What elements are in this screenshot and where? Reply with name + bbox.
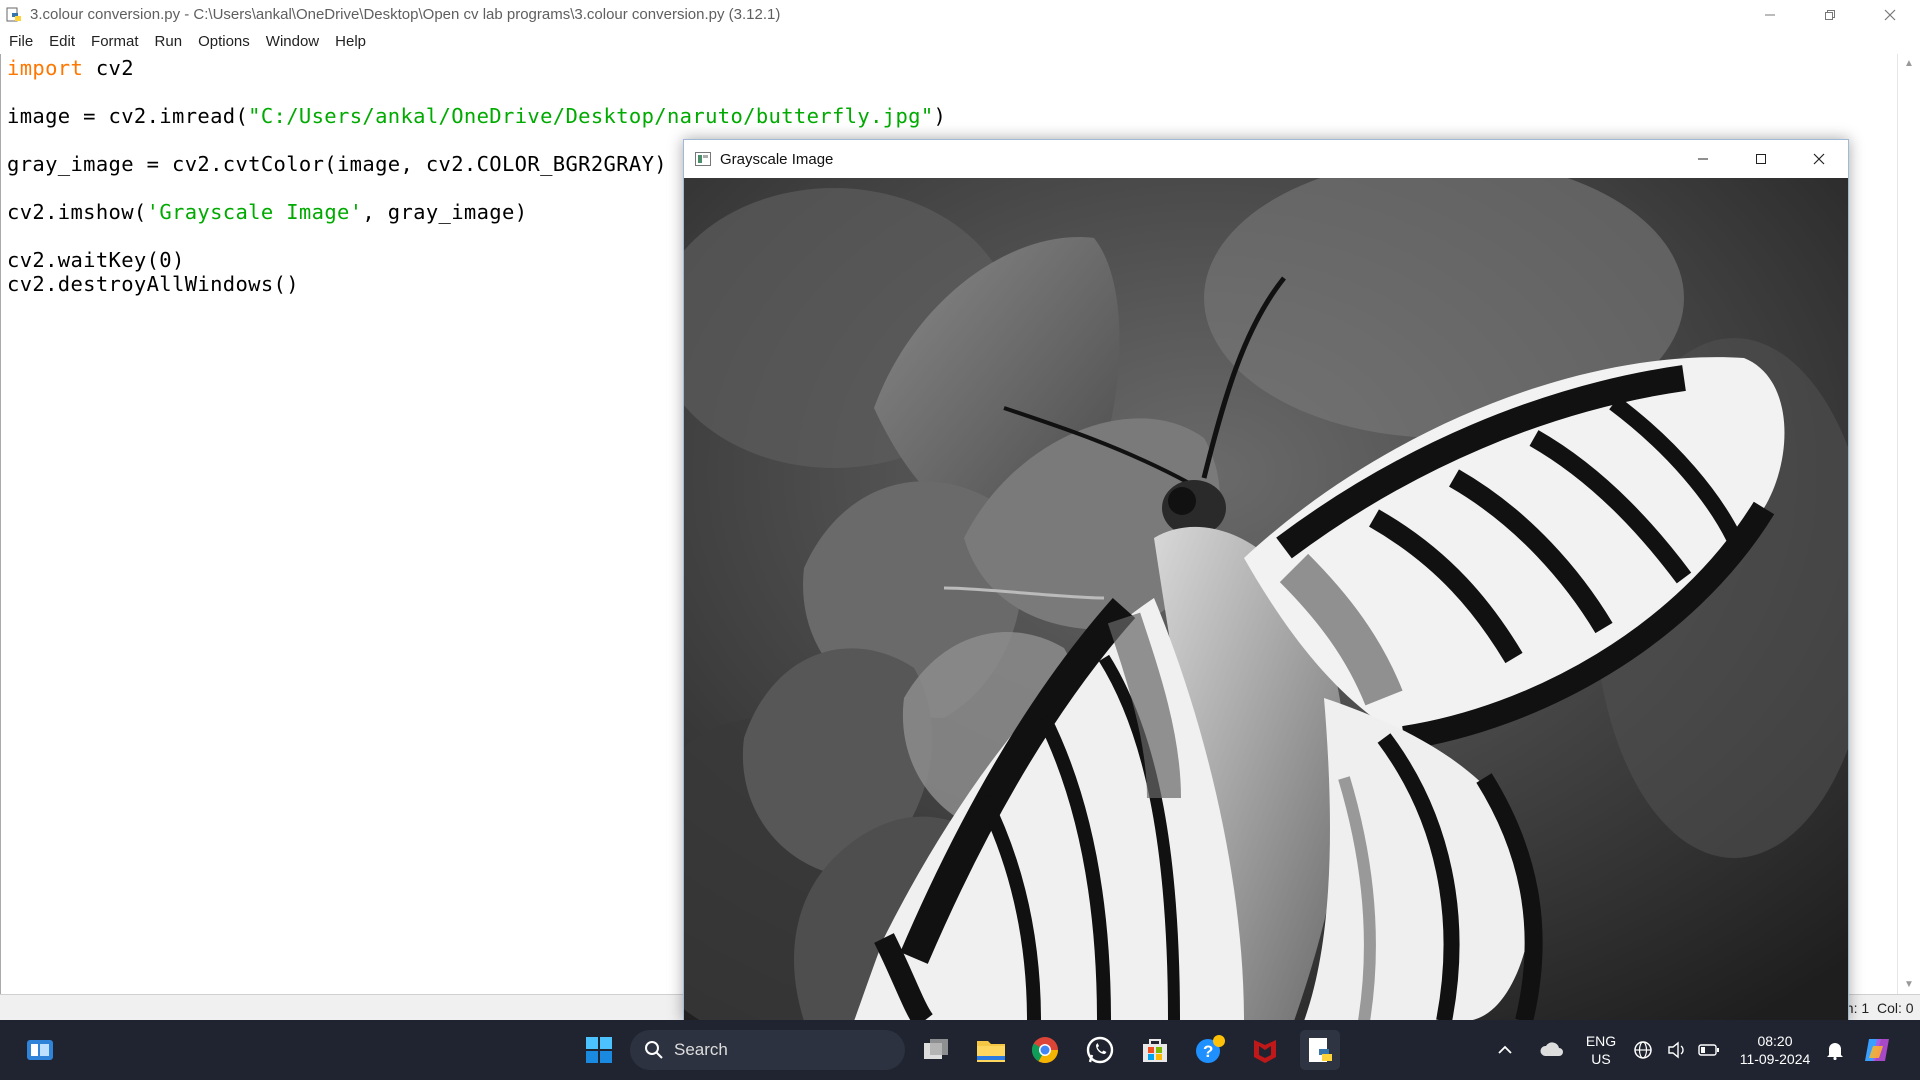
help-icon: ? [1196, 1035, 1225, 1063]
mcafee-icon [1254, 1040, 1276, 1063]
minimize-button[interactable] [1740, 0, 1800, 29]
maximize-icon [1756, 154, 1766, 164]
code-line-1: import cv2 [7, 56, 134, 80]
idle-taskbar-icon [1309, 1038, 1332, 1062]
code-line-3: image = cv2.imread("C:/Users/ankal/OneDr… [7, 104, 946, 128]
restore-button[interactable] [1800, 0, 1860, 29]
get-help-button[interactable]: ? [1190, 1030, 1230, 1070]
microsoft-store-icon [1143, 1039, 1167, 1062]
language-indicator[interactable]: ENG US [1582, 1032, 1620, 1068]
image-maximize-button[interactable] [1732, 140, 1790, 178]
column-number: Col: 0 [1877, 1000, 1914, 1016]
code-text: cv2.imshow( [7, 200, 147, 224]
chrome-icon [1031, 1037, 1059, 1064]
notifications-button[interactable] [1822, 1030, 1848, 1070]
image-close-button[interactable] [1790, 140, 1848, 178]
close-icon [1884, 9, 1896, 20]
code-line-7: cv2.imshow('Grayscale Image', gray_image… [7, 200, 527, 224]
file-explorer-button[interactable] [971, 1030, 1011, 1070]
chrome-button[interactable] [1025, 1030, 1065, 1070]
task-view-button[interactable] [917, 1030, 957, 1070]
image-window-title: Grayscale Image [720, 150, 834, 168]
whatsapp-icon [1086, 1036, 1114, 1064]
show-hidden-icons-button[interactable] [1492, 1030, 1518, 1070]
task-view-icon [924, 1039, 948, 1059]
clock-date: 11-09-2024 [1739, 1051, 1811, 1067]
search-label: Search [674, 1040, 728, 1059]
bell-icon [1827, 1043, 1843, 1060]
menu-help[interactable]: Help [327, 33, 374, 50]
copilot-button[interactable] [1860, 1030, 1896, 1070]
minimize-icon [1765, 14, 1775, 15]
battery-button[interactable] [1696, 1030, 1722, 1070]
code-text: image = cv2.imread( [7, 104, 249, 128]
menu-run[interactable]: Run [147, 33, 191, 50]
vertical-scrollbar[interactable]: ▲ ▼ [1897, 54, 1920, 994]
restore-icon [1825, 9, 1835, 20]
battery-icon [1698, 1044, 1719, 1056]
region-code: US [1591, 1051, 1611, 1067]
code-line-10: cv2.destroyAllWindows() [7, 272, 299, 296]
menu-bar: File Edit Format Run Options Window Help [0, 29, 1920, 55]
widgets-icon [27, 1040, 53, 1060]
code-line-9: cv2.waitKey(0) [7, 248, 185, 272]
minimize-icon [1698, 158, 1708, 160]
svg-text:?: ? [1203, 1042, 1213, 1061]
code-text: ) [933, 104, 947, 128]
image-window-titlebar[interactable]: Grayscale Image [684, 140, 1848, 178]
clock[interactable]: 08:20 11-09-2024 [1730, 1032, 1820, 1068]
string-literal: "C:/Users/ankal/OneDrive/Desktop/naruto/… [248, 104, 934, 128]
image-minimize-button[interactable] [1674, 140, 1732, 178]
network-button[interactable] [1630, 1030, 1656, 1070]
cloud-icon [1540, 1042, 1563, 1056]
code-text: , gray_image) [362, 200, 528, 224]
close-icon [1813, 153, 1825, 165]
start-button[interactable] [579, 1030, 619, 1070]
microsoft-store-button[interactable] [1135, 1030, 1175, 1070]
network-icon [1634, 1041, 1652, 1059]
widgets-button[interactable] [20, 1030, 60, 1070]
python-idle-icon [6, 7, 21, 21]
scroll-up-icon[interactable]: ▲ [1904, 58, 1914, 69]
editor-titlebar: 3.colour conversion.py - C:\Users\ankal\… [0, 0, 1920, 29]
menu-edit[interactable]: Edit [41, 33, 83, 50]
grayscale-butterfly-image [684, 178, 1848, 1021]
whatsapp-button[interactable] [1080, 1030, 1120, 1070]
idle-taskbar-button[interactable] [1300, 1030, 1340, 1070]
close-button[interactable] [1860, 0, 1920, 29]
volume-icon [1668, 1041, 1684, 1059]
windows-start-icon [586, 1037, 612, 1063]
copilot-icon [1865, 1039, 1889, 1061]
clock-time: 08:20 [1757, 1033, 1793, 1049]
file-explorer-icon [977, 1041, 1005, 1062]
code-line-5: gray_image = cv2.cvtColor(image, cv2.COL… [7, 152, 667, 176]
search-icon [645, 1041, 663, 1059]
butterfly-picture [684, 178, 1848, 1021]
mcafee-button[interactable] [1245, 1030, 1285, 1070]
menu-options[interactable]: Options [190, 33, 258, 50]
volume-button[interactable] [1664, 1030, 1690, 1070]
string-literal: 'Grayscale Image' [146, 200, 363, 224]
image-window-icon [695, 152, 711, 166]
menu-format[interactable]: Format [83, 33, 147, 50]
grayscale-image-window[interactable]: Grayscale Image [683, 139, 1849, 1022]
chevron-up-icon [1498, 1045, 1512, 1054]
scroll-down-icon[interactable]: ▼ [1904, 979, 1914, 990]
keyword-import: import [7, 56, 84, 80]
code-text: cv2 [83, 56, 134, 80]
taskbar: Search ? ENG US 08:20 11-09-2024 [0, 1020, 1920, 1080]
onedrive-button[interactable] [1536, 1030, 1568, 1070]
window-title: 3.colour conversion.py - C:\Users\ankal\… [30, 6, 781, 23]
taskbar-search[interactable]: Search [630, 1030, 905, 1070]
menu-window[interactable]: Window [258, 33, 327, 50]
language-code: ENG [1585, 1033, 1617, 1049]
menu-file[interactable]: File [0, 33, 41, 50]
